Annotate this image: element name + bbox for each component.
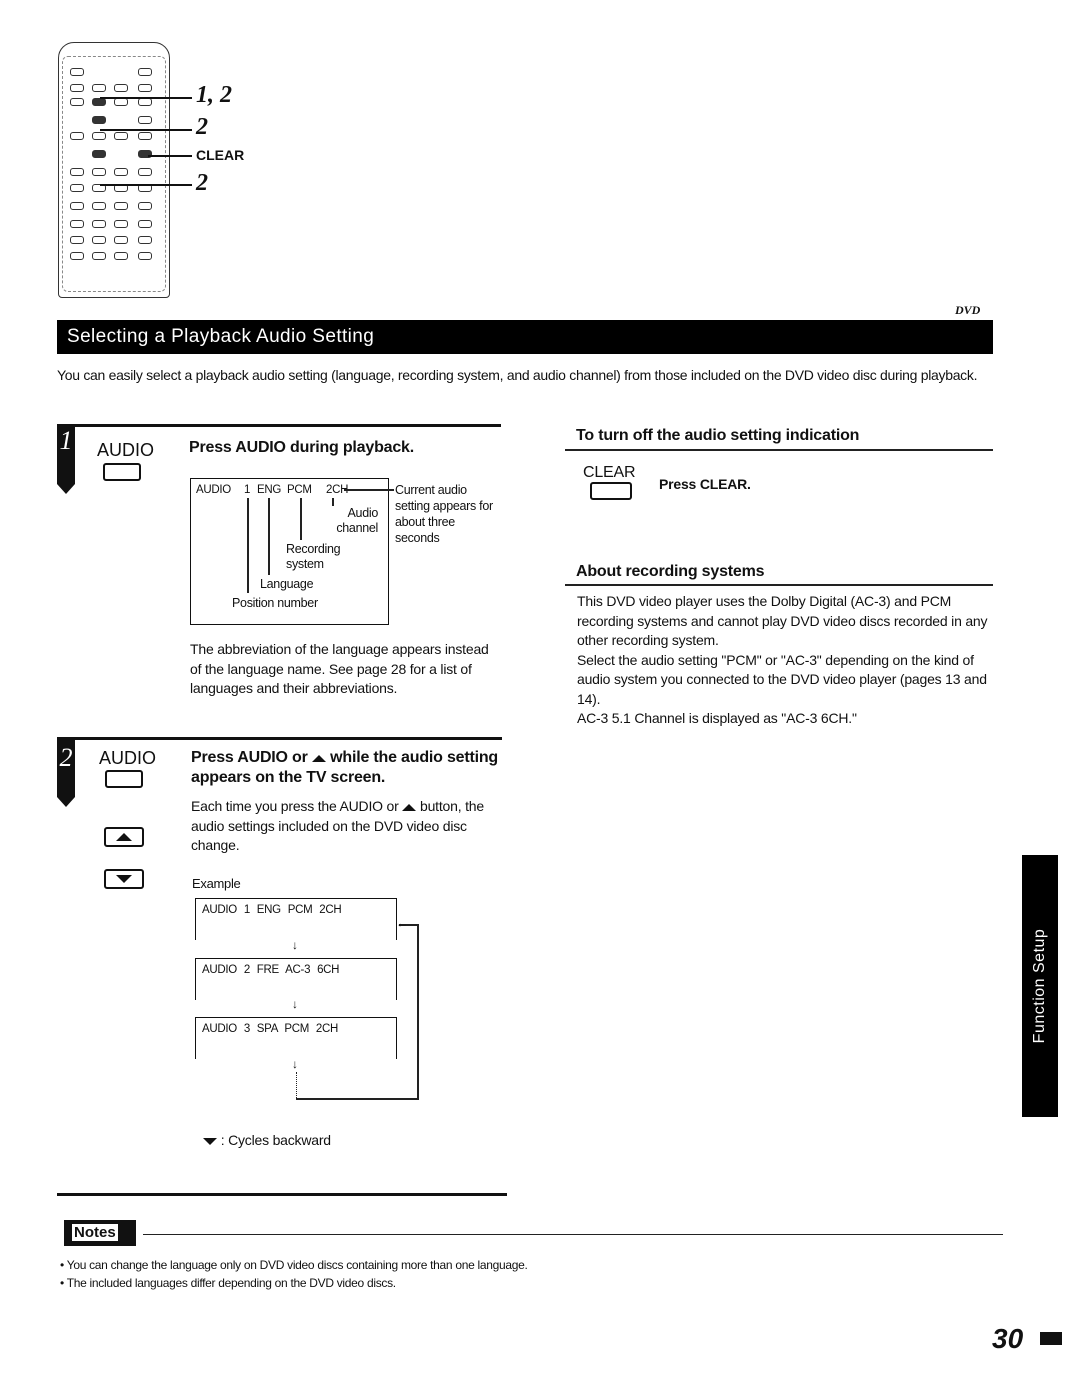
example-label: Example <box>192 876 241 891</box>
about-recording-rule <box>565 584 993 586</box>
down-arrow-icon: ↓ <box>292 997 298 1011</box>
down-arrow-icon <box>203 1138 217 1145</box>
down-arrow-icon: ↓ <box>292 1057 298 1071</box>
step2-number-flag: 2 <box>57 737 75 807</box>
example-box-3: AUDIO 3 SPA PCM 2CH <box>195 1017 397 1059</box>
turn-off-rule <box>565 449 993 451</box>
step2-heading: Press AUDIO or while the audio setting a… <box>191 749 499 786</box>
page-number: 30 <box>992 1323 1024 1354</box>
notes-badge: Notes <box>64 1220 136 1246</box>
display-channel: 2CH <box>326 484 349 496</box>
callout-label-2a: 2 <box>196 114 208 140</box>
step2-rule <box>57 737 502 740</box>
note-item: • The included languages differ dependin… <box>60 1276 396 1290</box>
about-paragraph: Select the audio setting "PCM" or "AC-3"… <box>577 651 987 707</box>
step2-body: Each time you press the AUDIO or button,… <box>191 798 484 853</box>
callout-line-2b <box>100 184 192 186</box>
leader-language <box>268 498 270 575</box>
leader-recording <box>300 498 302 540</box>
about-paragraph: AC-3 5.1 Channel is displayed as "AC-3 6… <box>577 710 857 726</box>
step1-body: The abbreviation of the language appears… <box>190 641 489 696</box>
section-title-bar: Selecting a Playback Audio Setting <box>57 320 993 354</box>
callout-label-clear: CLEAR <box>196 147 245 163</box>
label-language: Language <box>260 577 314 591</box>
about-paragraph: This DVD video player uses the Dolby Dig… <box>577 593 988 648</box>
up-button-icon <box>104 827 144 847</box>
note-item: • You can change the language only on DV… <box>60 1258 528 1272</box>
section-title: Selecting a Playback Audio Setting <box>67 326 375 347</box>
label-audio-channel: Audio channel <box>336 506 378 535</box>
label-position-number: Position number <box>232 596 318 610</box>
leader-position <box>247 498 249 593</box>
callout-label-1-2: 1, 2 <box>196 82 232 108</box>
cycle-line-bottom <box>296 1098 418 1100</box>
clear-key-label: CLEAR <box>583 464 636 481</box>
step1-audio-key-label: AUDIO <box>97 440 155 460</box>
about-recording-body: This DVD video player uses the Dolby Dig… <box>577 592 997 729</box>
display-language: ENG <box>257 484 282 496</box>
callout-line-1 <box>100 97 192 99</box>
step1-audio-key-icon <box>103 463 141 481</box>
example-box-1: AUDIO 1 ENG PCM 2CH <box>195 898 397 940</box>
display-recording: PCM <box>287 484 312 496</box>
leader-channel <box>332 498 334 506</box>
press-clear-text: Press CLEAR. <box>659 476 751 492</box>
callout-label-2b: 2 <box>196 170 208 196</box>
cycle-line-dotted <box>296 1072 298 1098</box>
step2-audio-key-icon <box>105 770 143 788</box>
up-arrow-icon <box>311 755 326 762</box>
label-current-audio: Current audio setting appears for about … <box>395 483 493 545</box>
step1-heading: Press AUDIO during playback. <box>189 439 414 456</box>
step1-rule <box>57 424 501 427</box>
down-arrow-icon: ↓ <box>292 938 298 952</box>
about-recording-heading: About recording systems <box>576 563 765 580</box>
step1-number-flag: 1 <box>57 424 75 494</box>
intro-text: You can easily select a playback audio s… <box>57 367 978 383</box>
function-setup-tab: Function Setup <box>1022 855 1058 1117</box>
down-button-icon <box>104 869 144 889</box>
callout-line-2a <box>100 129 192 131</box>
example-box-2: AUDIO 2 FRE AC-3 6CH <box>195 958 397 1000</box>
up-arrow-icon <box>402 804 417 811</box>
notes-rule <box>143 1234 1003 1235</box>
leader-current <box>344 489 394 491</box>
display-audio: AUDIO <box>196 484 231 496</box>
step2-audio-key-label: AUDIO <box>99 748 157 768</box>
turn-off-heading: To turn off the audio setting indication <box>576 427 860 444</box>
cycle-line-right <box>417 924 419 1100</box>
page-marker-block <box>1040 1332 1062 1345</box>
dvd-badge-icon: DVD <box>955 303 981 317</box>
cycles-backward-note: : Cycles backward <box>203 1131 331 1151</box>
label-recording-system: Recording system <box>286 542 341 571</box>
cycle-arrow-icon: ← <box>396 916 408 930</box>
display-position: 1 <box>244 484 251 496</box>
clear-key-icon <box>590 482 632 500</box>
section-end-rule <box>57 1193 507 1196</box>
callout-line-clear <box>148 155 192 157</box>
